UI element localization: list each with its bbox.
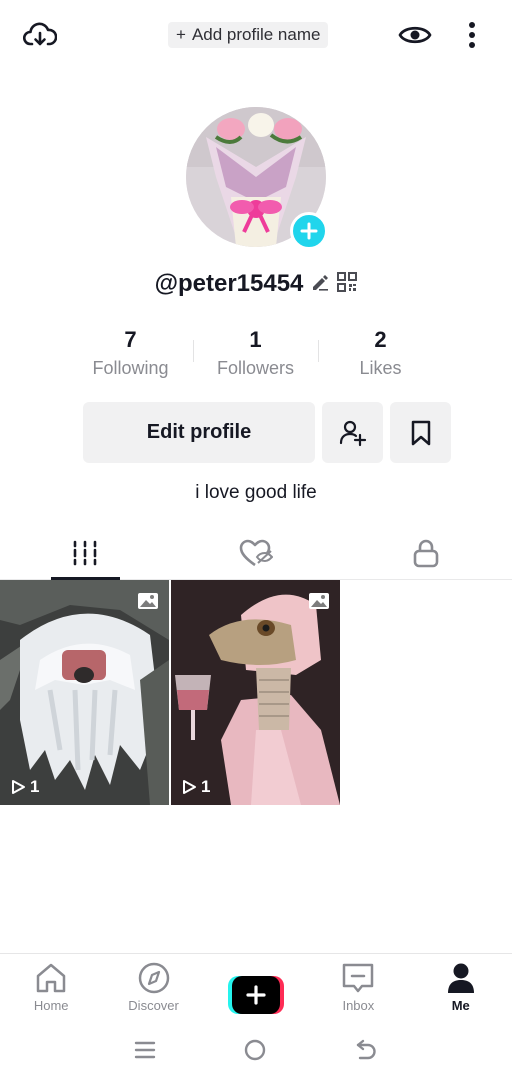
add-friend-button[interactable]: [322, 402, 383, 463]
home-circle-icon[interactable]: [243, 1038, 267, 1067]
nav-home-label: Home: [33, 998, 69, 1013]
profile-actions: Edit profile: [83, 402, 451, 463]
tab-liked[interactable]: [171, 525, 342, 580]
stat-divider: [318, 340, 319, 362]
stat-divider: [193, 340, 194, 362]
following-label: Following: [92, 358, 169, 378]
edit-profile-button[interactable]: Edit profile: [83, 402, 315, 463]
view-count-value: 1: [201, 777, 211, 796]
plus-icon: [300, 222, 318, 240]
liked-hidden-icon: [239, 539, 273, 566]
likes-count: 2: [374, 327, 387, 352]
edit-pencil-icon[interactable]: [311, 273, 329, 296]
compass-icon: [138, 962, 169, 994]
cloud-download-icon[interactable]: [20, 15, 60, 55]
system-nav-bar: [0, 1025, 512, 1080]
view-count: 1: [10, 777, 39, 797]
add-avatar-button[interactable]: [290, 212, 328, 250]
nav-me[interactable]: Me: [410, 954, 512, 1025]
nav-create[interactable]: [205, 954, 307, 1025]
tab-private[interactable]: [341, 525, 512, 580]
photo-icon: [137, 592, 159, 615]
stat-following[interactable]: 7 Following: [68, 326, 193, 382]
eye-icon[interactable]: [395, 15, 435, 55]
favorites-button[interactable]: [390, 402, 451, 463]
inbox-icon: [343, 963, 374, 993]
video-thumbnail[interactable]: 1: [171, 580, 340, 805]
recent-apps-icon[interactable]: [134, 1040, 156, 1065]
likes-label: Likes: [359, 358, 402, 378]
photo-icon: [308, 592, 330, 615]
bottom-nav: Home Discover Inbox Me: [0, 953, 512, 1025]
add-user-icon: [339, 420, 366, 446]
top-bar: + Add profile name: [0, 0, 512, 70]
tab-videos[interactable]: [0, 525, 171, 580]
profile-bio[interactable]: i love good life: [0, 482, 512, 504]
plus-icon: +: [176, 25, 186, 44]
play-icon: [12, 780, 25, 794]
add-profile-name-button[interactable]: + Add profile name: [168, 22, 329, 48]
person-icon: [447, 963, 474, 993]
handle-row: @peter15454: [0, 270, 512, 298]
profile-stats: 7 Following 1 Followers 2 Likes: [68, 326, 444, 382]
play-icon: [183, 780, 196, 794]
nav-discover[interactable]: Discover: [102, 954, 204, 1025]
followers-label: Followers: [216, 358, 295, 378]
lock-icon: [414, 539, 439, 567]
nav-home[interactable]: Home: [0, 954, 102, 1025]
avatar-container[interactable]: [186, 107, 328, 250]
video-grid: 1 1: [0, 580, 512, 805]
followers-count: 1: [249, 327, 262, 352]
stat-followers[interactable]: 1 Followers: [193, 326, 318, 382]
video-thumbnail[interactable]: 1: [0, 580, 169, 805]
stat-likes[interactable]: 2 Likes: [318, 326, 443, 382]
grid-videos-icon: [73, 540, 97, 565]
following-count: 7: [124, 327, 137, 352]
home-icon: [36, 963, 66, 993]
qr-code-icon[interactable]: [337, 271, 358, 297]
more-vertical-icon[interactable]: [452, 15, 492, 55]
back-icon[interactable]: [354, 1039, 378, 1066]
username-handle: @peter15454: [154, 270, 304, 297]
nav-discover-label: Discover: [128, 998, 179, 1013]
view-count-value: 1: [30, 777, 40, 796]
content-tabs: [0, 525, 512, 580]
bookmark-icon: [411, 420, 430, 445]
add-profile-name-label: Add profile name: [191, 25, 321, 44]
nav-inbox[interactable]: Inbox: [307, 954, 409, 1025]
create-plus-icon[interactable]: [227, 976, 284, 1014]
nav-inbox-label: Inbox: [342, 998, 375, 1013]
view-count: 1: [181, 777, 210, 797]
nav-me-label: Me: [451, 998, 470, 1013]
